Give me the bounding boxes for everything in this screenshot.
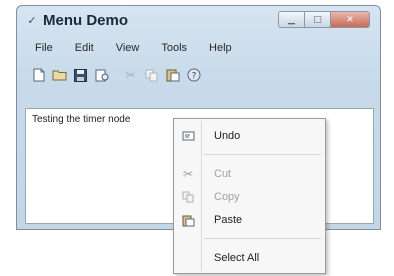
minimize-icon: ▁	[288, 14, 295, 25]
copy-icon	[176, 191, 200, 203]
context-menu-undo[interactable]: Undo	[176, 125, 323, 147]
copy-icon	[145, 69, 157, 81]
new-button[interactable]	[29, 66, 48, 85]
context-menu-cut-label: Cut	[214, 168, 232, 180]
context-menu-select-all[interactable]: Select All	[176, 247, 323, 269]
context-menu-copy-label: Copy	[214, 191, 240, 203]
print-preview-icon	[95, 69, 108, 81]
context-menu-paste-label: Paste	[214, 214, 243, 226]
menu-tools[interactable]: Tools	[161, 42, 187, 54]
context-menu-cut[interactable]: ✂ Cut	[176, 163, 323, 185]
open-folder-icon	[52, 70, 67, 81]
print-preview-button[interactable]	[92, 66, 111, 85]
minimize-button[interactable]: ▁	[278, 11, 304, 28]
toolbar: ✂ ?	[25, 63, 376, 87]
window-title: Menu Demo	[43, 11, 129, 29]
svg-text:?: ?	[191, 72, 196, 82]
menu-file[interactable]: File	[35, 42, 53, 54]
undo-icon	[176, 130, 200, 142]
close-button[interactable]: ✕	[330, 11, 370, 28]
cut-icon: ✂	[125, 68, 136, 82]
copy-button[interactable]	[142, 66, 161, 85]
window-controls: ▁ □ ✕	[278, 11, 370, 28]
context-menu-paste[interactable]: Paste	[176, 209, 323, 231]
checkmark-icon: ✓	[27, 13, 37, 27]
maximize-icon: □	[313, 14, 322, 25]
title-bar[interactable]: ✓ Menu Demo ▁ □ ✕	[17, 6, 380, 34]
paste-button[interactable]	[163, 66, 182, 85]
close-icon: ✕	[346, 14, 354, 25]
editor-content: Testing the timer node	[32, 114, 131, 125]
cut-button[interactable]: ✂	[121, 66, 140, 85]
menu-bar: File Edit View Tools Help	[23, 37, 376, 59]
maximize-button[interactable]: □	[304, 11, 330, 28]
context-menu-separator	[204, 238, 321, 239]
menu-help[interactable]: Help	[209, 42, 232, 54]
context-menu-undo-label: Undo	[214, 130, 241, 142]
cut-icon: ✂	[182, 167, 194, 181]
save-icon	[74, 68, 87, 82]
paste-icon	[176, 214, 200, 227]
new-file-icon	[33, 68, 44, 82]
open-button[interactable]	[50, 66, 69, 85]
context-menu-select-all-label: Select All	[214, 252, 260, 264]
save-button[interactable]	[71, 66, 90, 85]
paste-icon	[166, 69, 179, 82]
help-button[interactable]: ?	[184, 66, 203, 85]
menu-edit[interactable]: Edit	[75, 42, 94, 54]
context-menu-copy[interactable]: Copy	[176, 186, 323, 208]
menu-view[interactable]: View	[116, 42, 140, 54]
context-menu-separator	[204, 154, 321, 155]
context-menu: Undo ✂ Cut Copy Paste Select All	[173, 118, 326, 274]
help-icon: ?	[187, 68, 200, 82]
